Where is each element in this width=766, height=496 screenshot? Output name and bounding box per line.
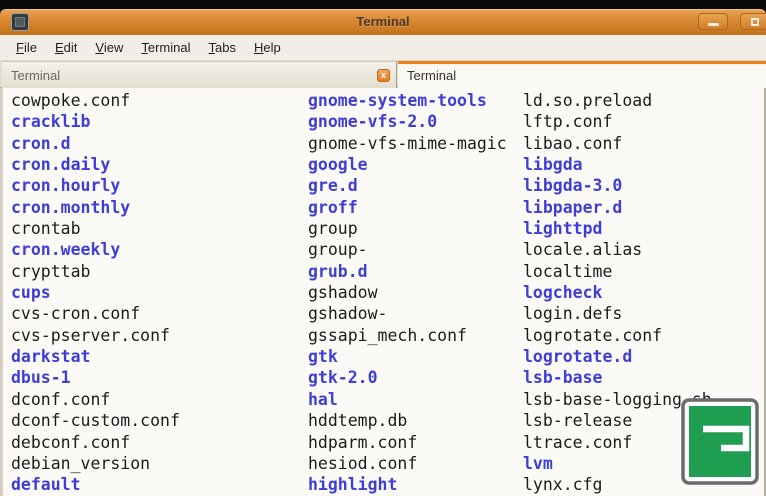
titlebar[interactable]: Terminal [0, 9, 766, 35]
tab-close-icon[interactable]: x [377, 69, 390, 82]
file-entry: cvs-cron.conf [11, 303, 180, 324]
minimize-button[interactable] [698, 13, 728, 30]
file-entry: locale.alias [523, 239, 712, 260]
file-entry: gnome-system-tools [308, 90, 507, 111]
file-entry: lftp.conf [523, 111, 712, 132]
file-entry: dconf.conf [11, 389, 180, 410]
file-entry: group- [308, 239, 507, 260]
file-entry: gtk-2.0 [308, 367, 507, 388]
menu-view[interactable]: View [86, 37, 132, 58]
file-entry: debconf.conf [11, 432, 180, 453]
menu-edit[interactable]: Edit [46, 37, 86, 58]
file-entry: crontab [11, 218, 180, 239]
file-entry: gre.d [308, 175, 507, 196]
menu-tabs[interactable]: Tabs [200, 37, 245, 58]
menu-file[interactable]: File [7, 37, 46, 58]
tab-terminal-2[interactable]: Terminal [398, 61, 766, 88]
file-entry: gtk [308, 346, 507, 367]
file-entry: dbus-1 [11, 367, 180, 388]
file-entry: default [11, 474, 180, 495]
file-entry: group [308, 218, 507, 239]
file-entry: hddtemp.db [308, 410, 507, 431]
file-entry: dconf-custom.conf [11, 410, 180, 431]
file-entry: gnome-vfs-mime-magic [308, 133, 507, 154]
file-entry: ld.so.preload [523, 90, 712, 111]
file-entry: darkstat [11, 346, 180, 367]
file-entry: grub.d [308, 261, 507, 282]
file-entry: cron.d [11, 133, 180, 154]
file-entry: localtime [523, 261, 712, 282]
file-entry: gssapi_mech.conf [308, 325, 507, 346]
file-entry: cron.hourly [11, 175, 180, 196]
file-entry: google [308, 154, 507, 175]
window-title: Terminal [0, 9, 766, 35]
file-entry: hesiod.conf [308, 453, 507, 474]
minimize-icon [708, 23, 719, 26]
watermark-g-logo-icon [681, 398, 759, 485]
file-entry: cvs-pserver.conf [11, 325, 180, 346]
file-entry: lsb-base [523, 367, 712, 388]
file-entry: groff [308, 197, 507, 218]
terminal-screen[interactable]: cowpoke.confcracklibcron.dcron.dailycron… [0, 88, 766, 496]
file-entry: libao.conf [523, 133, 712, 154]
tab-bar: Terminal x Terminal [0, 61, 766, 88]
terminal-column-1: cowpoke.confcracklibcron.dcron.dailycron… [11, 90, 180, 496]
file-entry: hal [308, 389, 507, 410]
tab-terminal-1[interactable]: Terminal x [2, 61, 397, 88]
file-entry: logcheck [523, 282, 712, 303]
file-entry: cron.weekly [11, 239, 180, 260]
file-entry: libgda [523, 154, 712, 175]
file-entry: hdparm.conf [308, 432, 507, 453]
file-entry: debian_version [11, 453, 180, 474]
file-entry: cups [11, 282, 180, 303]
maximize-button[interactable] [740, 13, 766, 30]
terminal-column-2: gnome-system-toolsgnome-vfs-2.0gnome-vfs… [308, 90, 507, 496]
file-entry: gshadow- [308, 303, 507, 324]
file-entry: cowpoke.conf [11, 90, 180, 111]
file-entry: cron.monthly [11, 197, 180, 218]
file-entry: gnome-vfs-2.0 [308, 111, 507, 132]
file-entry: logrotate.d [523, 346, 712, 367]
file-entry: cracklib [11, 111, 180, 132]
menu-terminal[interactable]: Terminal [132, 37, 199, 58]
file-entry: libgda-3.0 [523, 175, 712, 196]
file-entry: libpaper.d [523, 197, 712, 218]
tab-label: Terminal [11, 68, 60, 83]
file-entry: cron.daily [11, 154, 180, 175]
maximize-icon [751, 18, 759, 26]
file-entry: highlight [308, 474, 507, 495]
file-entry: crypttab [11, 261, 180, 282]
file-entry: logrotate.conf [523, 325, 712, 346]
menu-help[interactable]: Help [245, 37, 290, 58]
menubar: FileEditViewTerminalTabsHelp [0, 35, 766, 61]
file-entry: lighttpd [523, 218, 712, 239]
file-entry: gshadow [308, 282, 507, 303]
file-entry: login.defs [523, 303, 712, 324]
tab-label: Terminal [407, 68, 456, 83]
